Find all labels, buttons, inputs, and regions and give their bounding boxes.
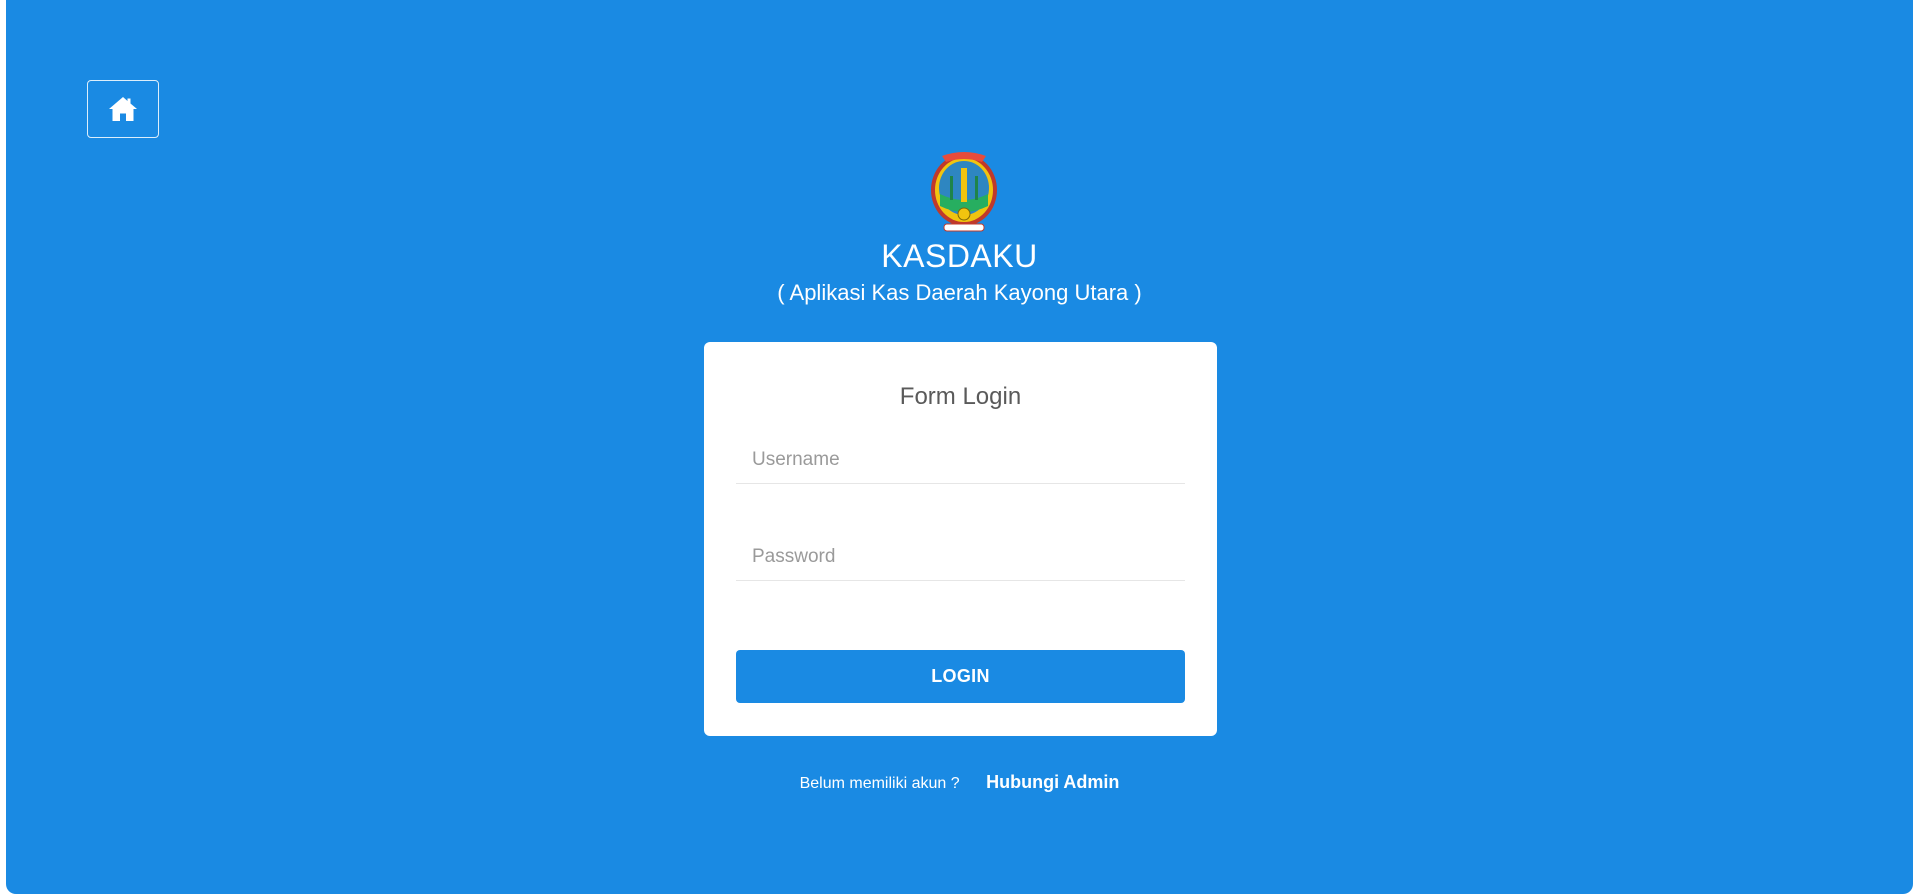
signup-footer: Belum memiliki akun ? Hubungi Admin — [6, 770, 1913, 796]
login-button[interactable]: LOGIN — [736, 650, 1185, 703]
home-icon — [108, 96, 138, 122]
form-title: Form Login — [899, 383, 1022, 410]
no-account-text: Belum memiliki akun ? — [799, 775, 960, 792]
home-button[interactable] — [87, 80, 159, 138]
page-background: KASDAKU ( Aplikasi Kas Daerah Kayong Uta… — [6, 0, 1913, 894]
contact-admin-link[interactable]: Hubungi Admin — [986, 772, 1119, 792]
username-input[interactable] — [736, 436, 1185, 484]
emblem-logo — [928, 150, 1000, 234]
app-subtitle: ( Aplikasi Kas Daerah Kayong Utara ) — [777, 280, 1142, 305]
app-title: KASDAKU — [881, 238, 1038, 274]
password-input[interactable] — [736, 533, 1185, 581]
